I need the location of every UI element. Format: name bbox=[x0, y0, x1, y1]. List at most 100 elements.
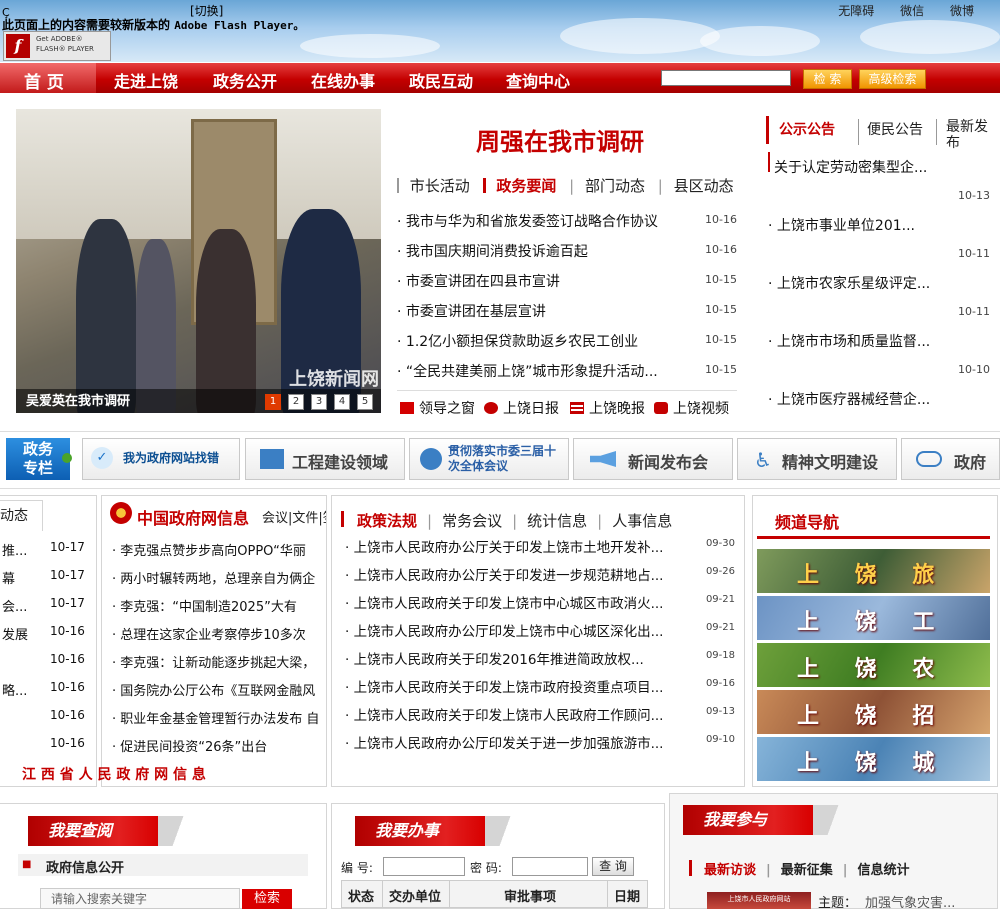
tab-convenience-notice[interactable]: 便民公告 bbox=[867, 119, 923, 139]
switch-link[interactable]: [切换] bbox=[190, 2, 223, 19]
gov-news-item[interactable]: · 李克强点赞步步高向OPPO“华丽 bbox=[112, 540, 326, 559]
list-item[interactable]: · 我市国庆期间消费投诉逾百起 10-16 bbox=[397, 241, 737, 261]
slide-page-5[interactable]: 5 bbox=[357, 394, 373, 410]
policy-title[interactable]: 上饶市人民政府办公厅印发上饶市中心城区深化出... bbox=[354, 624, 664, 640]
news-title[interactable]: 我市国庆期间消费投诉逾百起 bbox=[406, 244, 588, 260]
gov-info-footer[interactable]: 江 西 省 人 民 政 府 网 信 息 bbox=[22, 764, 206, 784]
tab-policy[interactable]: 政策法规 bbox=[357, 512, 417, 530]
gov-news-title[interactable]: 国务院办公厅公布《互联网金融风 bbox=[120, 684, 315, 699]
gov-news-title[interactable]: 职业年金基金管理暂行办法发布 自 bbox=[120, 712, 319, 727]
news-title[interactable]: 市委宣讲团在基层宣讲 bbox=[406, 304, 546, 320]
policy-item[interactable]: · 上饶市人民政府办公厅印发上饶市中心城区深化出... 09-21 bbox=[345, 620, 735, 640]
gov-column-badge[interactable]: 政务 专栏 bbox=[6, 438, 70, 480]
list-item[interactable]: · 市委宣讲团在四县市宣讲 10-15 bbox=[397, 271, 737, 291]
policy-title[interactable]: 上饶市人民政府办公厅印发关于进一步加强旅游市... bbox=[354, 736, 664, 752]
policy-item[interactable]: · 上饶市人民政府办公厅关于印发上饶市土地开发补... 09-30 bbox=[345, 536, 735, 556]
query-search-button[interactable]: 检索 bbox=[242, 889, 292, 909]
left-fragment[interactable]: 推... bbox=[2, 540, 40, 559]
gov-news-title[interactable]: 李克强：“中国制造2025”大有 bbox=[120, 600, 297, 615]
handle-no-input[interactable] bbox=[383, 857, 465, 876]
notice-item[interactable]: · 上饶市市场和质量监督... bbox=[768, 331, 993, 351]
notice-item[interactable]: · 上饶市农家乐星级评定... bbox=[768, 273, 993, 293]
tab-info-stats[interactable]: 信息统计 bbox=[858, 863, 910, 878]
tab-collection[interactable]: 最新征集 bbox=[781, 863, 833, 878]
handle-pwd-input[interactable] bbox=[512, 857, 588, 876]
tab-interviews[interactable]: 最新访谈 bbox=[704, 863, 756, 878]
channel-agriculture[interactable]: 上 饶 农 业 bbox=[757, 643, 990, 687]
gov-news-item[interactable]: · 李克强：“中国制造2025”大有 bbox=[112, 596, 326, 615]
notice-title[interactable]: 上饶市事业单位201... bbox=[777, 218, 915, 234]
policy-item[interactable]: · 上饶市人民政府关于印发上饶市人民政府工作顾问... 09-13 bbox=[345, 704, 735, 724]
interview-thumbnail[interactable]: 上饶市人民政府网站 bbox=[707, 892, 811, 909]
gov-info-title[interactable]: 中国政府网信息 bbox=[137, 505, 249, 529]
search-input[interactable] bbox=[661, 70, 791, 86]
gov-news-item[interactable]: · 总理在这家企业考察停步10多次 bbox=[112, 624, 326, 643]
get-flash-button[interactable]: f Get ADOBE® FLASH® PLAYER bbox=[3, 31, 111, 61]
channel-investment[interactable]: 上 饶 招 商 bbox=[757, 690, 990, 734]
gov-news-title[interactable]: 李克强点赞步步高向OPPO“华丽 bbox=[120, 544, 306, 559]
tab-dynamics[interactable]: 动态 bbox=[0, 500, 43, 531]
policy-title[interactable]: 上饶市人民政府办公厅关于印发进一步规范耕地占... bbox=[354, 568, 664, 584]
query-search-input[interactable]: 请输入搜索关键字 bbox=[40, 888, 240, 909]
news-title[interactable]: 市委宣讲团在四县市宣讲 bbox=[406, 274, 560, 290]
tab-counties[interactable]: 县区动态 bbox=[674, 177, 734, 195]
news-title[interactable]: 我市与华为和省旅发委签订战略合作协议 bbox=[406, 214, 658, 230]
policy-title[interactable]: 上饶市人民政府关于印发2016年推进简政放权... bbox=[354, 652, 644, 668]
left-fragment[interactable]: 会... bbox=[2, 596, 40, 615]
gov-open-label[interactable]: 政府信息公开 bbox=[46, 857, 124, 876]
media-evening[interactable]: 上饶晚报 bbox=[570, 398, 645, 418]
policy-title[interactable]: 上饶市人民政府关于印发上饶市人民政府工作顾问... bbox=[354, 708, 664, 724]
handle-query-button[interactable]: 查 询 bbox=[592, 857, 634, 876]
media-leaders[interactable]: 领导之窗 bbox=[400, 398, 475, 418]
slide-page-2[interactable]: 2 bbox=[288, 394, 304, 410]
banner-civilization[interactable]: ♿ 精神文明建设 bbox=[737, 438, 897, 480]
slide-page-1[interactable]: 1 bbox=[265, 394, 281, 410]
channel-tourism[interactable]: 上 饶 旅 游 bbox=[757, 549, 990, 593]
gov-news-title[interactable]: 总理在这家企业考察停步10多次 bbox=[120, 628, 306, 643]
gov-news-item[interactable]: · 国务院办公厅公布《互联网金融风 bbox=[112, 680, 326, 699]
gov-news-title[interactable]: 两小时辗转两地，总理亲自为俩企 bbox=[120, 572, 315, 587]
nav-interaction[interactable]: 政民互动 bbox=[409, 68, 473, 92]
tab-latest[interactable]: 最新发布 bbox=[946, 119, 994, 151]
nav-online-services[interactable]: 在线办事 bbox=[311, 68, 375, 92]
banner-gov-web[interactable]: 政府网 bbox=[901, 438, 1000, 480]
banner-press[interactable]: 新闻发布会 bbox=[573, 438, 733, 480]
left-fragment[interactable]: 幕 bbox=[2, 568, 40, 587]
advanced-search-button[interactable]: 高级检索 bbox=[859, 69, 926, 89]
gov-info-tabs[interactable]: 会议|文件|签 bbox=[262, 507, 326, 526]
policy-item[interactable]: · 上饶市人民政府办公厅关于印发进一步规范耕地占... 09-26 bbox=[345, 564, 735, 584]
tab-statistics[interactable]: 统计信息 bbox=[527, 512, 587, 530]
policy-title[interactable]: 上饶市人民政府关于印发上饶市政府投资重点项目... bbox=[354, 680, 664, 696]
notice-title[interactable]: 上饶市农家乐星级评定... bbox=[777, 276, 930, 292]
channel-industry[interactable]: 上 饶 工 业 bbox=[757, 596, 990, 640]
channel-construction[interactable]: 上 饶 城 建 bbox=[757, 737, 990, 781]
policy-title[interactable]: 上饶市人民政府关于印发上饶市中心城区市政消火... bbox=[354, 596, 664, 612]
nav-gov-affairs[interactable]: 政务公开 bbox=[213, 68, 277, 92]
headline[interactable]: 周强在我市调研 bbox=[395, 122, 725, 157]
gov-news-item[interactable]: · 李克强：让新动能逐步挑起大梁， bbox=[112, 652, 326, 671]
slide-page-4[interactable]: 4 bbox=[334, 394, 350, 410]
notice-item[interactable]: 关于认定劳动密集型企... bbox=[768, 157, 993, 177]
notice-title[interactable]: 上饶市医疗器械经营企... bbox=[777, 392, 930, 408]
banner-engineering[interactable]: 工程建设领域 bbox=[245, 438, 405, 480]
list-item[interactable]: · “全民共建美丽上饶”城市形象提升活动... 10-15 bbox=[397, 361, 737, 381]
wechat-link[interactable]: 微信 bbox=[900, 4, 924, 18]
media-daily[interactable]: 上饶日报 bbox=[484, 398, 559, 418]
tab-departments[interactable]: 部门动态 bbox=[585, 177, 645, 195]
notice-title[interactable]: 上饶市市场和质量监督... bbox=[777, 334, 930, 350]
media-video[interactable]: 上饶视频 bbox=[654, 398, 729, 418]
tab-mayor[interactable]: 市长活动 bbox=[410, 177, 470, 195]
list-item[interactable]: · 市委宣讲团在基层宣讲 10-15 bbox=[397, 301, 737, 321]
search-button[interactable]: 检 索 bbox=[803, 69, 852, 89]
policy-item[interactable]: · 上饶市人民政府关于印发上饶市政府投资重点项目... 09-16 bbox=[345, 676, 735, 696]
list-item[interactable]: · 1.2亿小额担保贷款助返乡农民工创业 10-15 bbox=[397, 331, 737, 351]
banner-committee[interactable]: 贯彻落实市委三届十次全体会议 bbox=[409, 438, 569, 480]
news-title[interactable]: “全民共建美丽上饶”城市形象提升活动... bbox=[406, 364, 658, 380]
gov-news-item[interactable]: · 职业年金基金管理暂行办法发布 自 bbox=[112, 708, 326, 727]
topic-text[interactable]: 加强气象灾害... bbox=[865, 892, 955, 911]
nav-about[interactable]: 走进上饶 bbox=[114, 68, 178, 92]
tab-personnel[interactable]: 人事信息 bbox=[612, 512, 672, 530]
banner-find-errors[interactable]: ✓ 我为政府网站找错 bbox=[82, 438, 240, 480]
nav-home[interactable]: 首 页 bbox=[24, 68, 64, 93]
news-title[interactable]: 1.2亿小额担保贷款助返乡农民工创业 bbox=[406, 334, 638, 350]
